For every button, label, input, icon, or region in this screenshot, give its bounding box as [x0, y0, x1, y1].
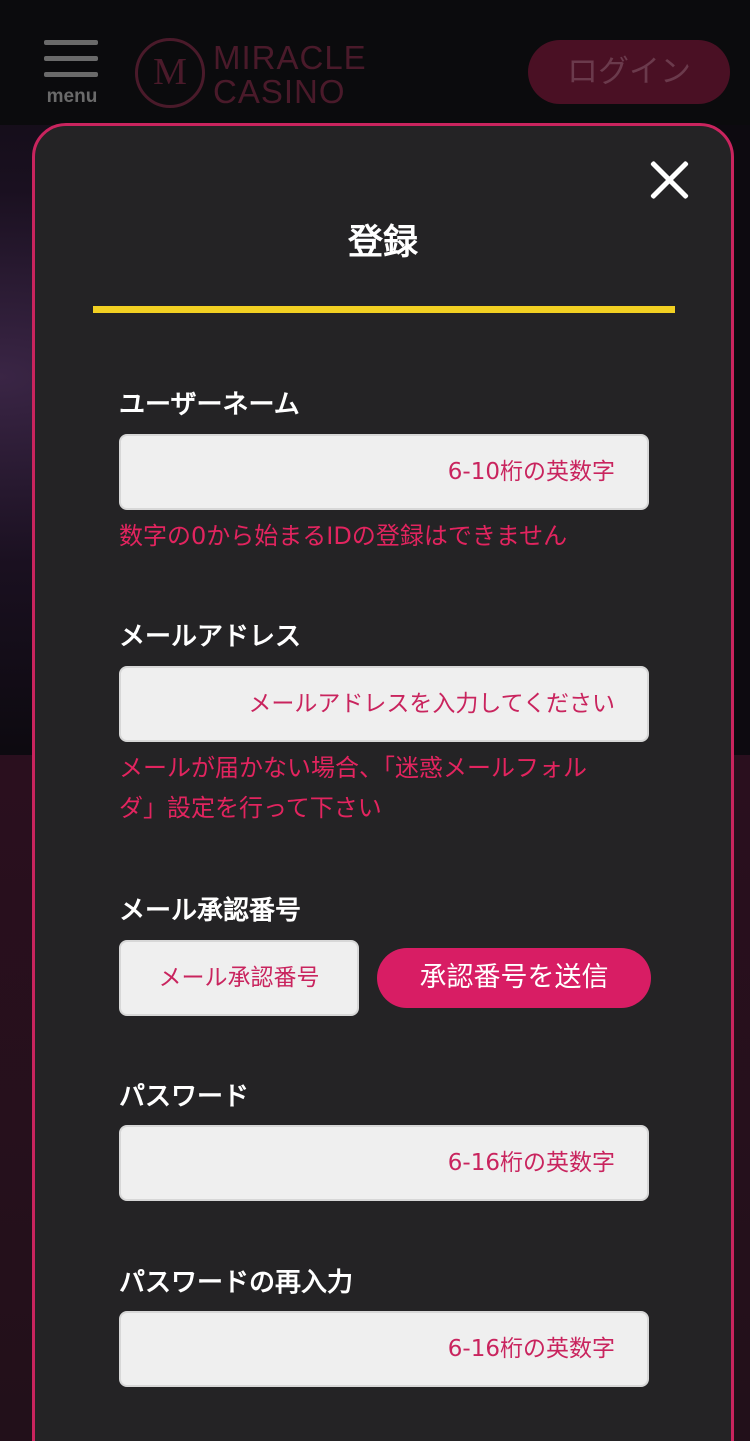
username-label: ユーザーネーム [119, 390, 300, 420]
menu-label: menu [46, 86, 98, 107]
send-code-button[interactable]: 承認番号を送信 [377, 948, 651, 1008]
username-note: 数字の0から始まるIDの登録はできません [119, 522, 568, 550]
password-confirm-label: パスワードの再入力 [119, 1268, 354, 1298]
email-note-line1: メールが届かない場合、「迷惑メールフォル [119, 754, 587, 782]
site-logo[interactable]: M MIRACLE CASINO [135, 38, 366, 110]
logo-word-casino: CASINO [213, 73, 346, 110]
email-input[interactable] [119, 666, 649, 742]
registration-modal: 登録 ユーザーネーム 数字の0から始まるIDの登録はできません メールアドレス … [32, 123, 734, 1441]
logo-word-miracle: MIRACLE [213, 39, 367, 76]
verification-input[interactable] [119, 940, 359, 1016]
site-header: menu M MIRACLE CASINO ログイン [0, 0, 750, 125]
logo-emblem: M [135, 38, 205, 108]
username-input[interactable] [119, 434, 649, 510]
close-icon[interactable] [647, 158, 693, 204]
email-label: メールアドレス [119, 622, 302, 652]
email-note-line2: ダ」設定を行って下さい [119, 794, 382, 822]
title-underline [93, 306, 675, 313]
password-input[interactable] [119, 1125, 649, 1201]
password-label: パスワード [119, 1082, 250, 1112]
password-confirm-input[interactable] [119, 1311, 649, 1387]
verification-label: メール承認番号 [119, 896, 302, 926]
modal-title: 登録 [347, 223, 418, 263]
login-button[interactable]: ログイン [528, 40, 730, 104]
menu-button[interactable]: menu [44, 40, 100, 108]
hamburger-icon-bar [44, 72, 98, 77]
hamburger-icon [44, 40, 98, 45]
hamburger-icon-bar [44, 56, 98, 61]
page: menu M MIRACLE CASINO ログイン 登録 ユーザーネーム 数字… [0, 0, 750, 1441]
